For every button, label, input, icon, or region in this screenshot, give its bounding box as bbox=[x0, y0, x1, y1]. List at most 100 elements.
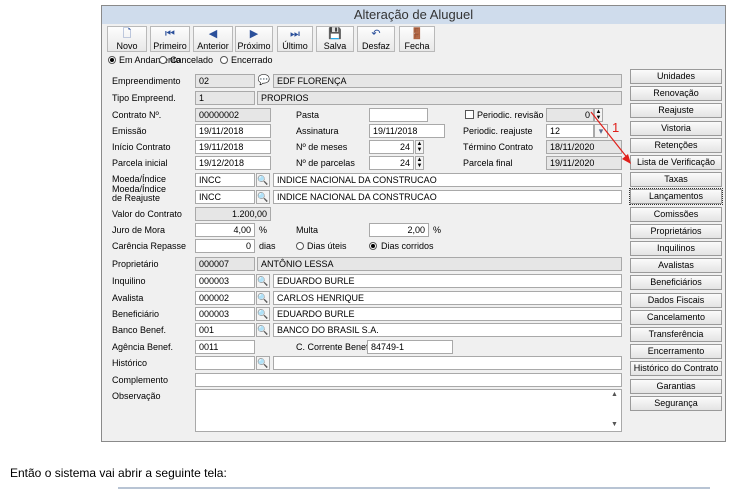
multa-label: Multa bbox=[296, 225, 319, 235]
status-radio-0[interactable] bbox=[108, 56, 116, 64]
right-button-12[interactable]: Beneficiários bbox=[630, 275, 722, 291]
juro-mora-label: Juro de Mora bbox=[112, 225, 166, 235]
toolbar-salva-button[interactable]: 💾 Salva bbox=[316, 26, 354, 52]
num-meses-spinner[interactable]: ▲ ▼ bbox=[415, 140, 424, 154]
right-button-0[interactable]: Unidades bbox=[630, 69, 722, 84]
right-button-15[interactable]: Transferência bbox=[630, 327, 722, 342]
right-button-4[interactable]: Retenções bbox=[630, 137, 722, 153]
juro-mora-field[interactable]: 4,00 bbox=[195, 223, 255, 237]
search-icon: 🔍 bbox=[257, 293, 269, 303]
right-button-2[interactable]: Reajuste bbox=[630, 103, 722, 119]
next-window-edge bbox=[118, 487, 710, 489]
status-radio-1[interactable] bbox=[159, 56, 167, 64]
right-button-13[interactable]: Dados Fiscais bbox=[630, 292, 722, 308]
banco-benef-code-field[interactable]: 001 bbox=[195, 323, 255, 337]
contrato-field: 00000002 bbox=[195, 108, 271, 122]
right-button-1[interactable]: Renovação bbox=[630, 86, 722, 102]
emissao-field[interactable]: 19/11/2018 bbox=[195, 124, 271, 138]
window-title: Alteração de Aluguel bbox=[102, 6, 725, 24]
parcela-final-label: Parcela final bbox=[463, 158, 513, 168]
complemento-field[interactable] bbox=[195, 373, 622, 387]
proprietario-name-field: ANTÔNIO LESSA bbox=[257, 257, 622, 271]
toolbar-proximo-button[interactable]: ▶ Próximo bbox=[235, 26, 273, 52]
observacao-scrollbar[interactable]: ▲ ▼ bbox=[608, 390, 621, 431]
avalista-code-field[interactable]: 000002 bbox=[195, 291, 255, 305]
historico-code-field[interactable] bbox=[195, 356, 255, 370]
inquilino-code-field[interactable]: 000003 bbox=[195, 274, 255, 288]
comment-icon: 💬 bbox=[257, 75, 271, 86]
moeda-indice-search-button[interactable]: 🔍 bbox=[256, 173, 270, 187]
agencia-benef-label: Agência Benef. bbox=[112, 342, 174, 352]
status-radio-2[interactable] bbox=[220, 56, 228, 64]
inicio-contrato-field[interactable]: 19/11/2018 bbox=[195, 140, 271, 154]
empreendimento-code-field[interactable]: 02 bbox=[195, 74, 255, 88]
moeda-indice-code-field[interactable]: INCC bbox=[195, 173, 255, 187]
num-parcelas-label: Nº de parcelas bbox=[296, 158, 355, 168]
toolbar-ultimo-button[interactable]: ⏭ Último bbox=[277, 26, 313, 52]
right-button-7[interactable]: Lançamentos bbox=[629, 188, 723, 206]
right-button-5[interactable]: Lista de Verificação bbox=[630, 155, 722, 170]
dias-corridos-label: Dias corridos bbox=[381, 241, 434, 251]
parcela-inicial-field[interactable]: 19/12/2018 bbox=[195, 156, 271, 170]
periodic-revisao-label: Periodic. revisão bbox=[477, 110, 544, 120]
parcela-inicial-label: Parcela inicial bbox=[112, 158, 168, 168]
moeda-reajuste-name-field: INDICE NACIONAL DA CONSTRUCAO bbox=[273, 190, 622, 204]
multa-field[interactable]: 2,00 bbox=[369, 223, 429, 237]
num-meses-label: Nº de meses bbox=[296, 142, 348, 152]
beneficiario-code-field[interactable]: 000003 bbox=[195, 307, 255, 321]
right-button-11[interactable]: Avalistas bbox=[630, 258, 722, 274]
right-button-3[interactable]: Vistoria bbox=[630, 120, 722, 136]
num-parcelas-field[interactable]: 24 bbox=[369, 156, 414, 170]
right-button-14[interactable]: Cancelamento bbox=[630, 309, 722, 325]
toolbar-anterior-button[interactable]: ◀ Anterior bbox=[193, 26, 233, 52]
tipo-empreend-code-field: 1 bbox=[195, 91, 255, 105]
status-radio-label: Cancelado bbox=[170, 55, 214, 65]
assinatura-field[interactable]: 19/11/2018 bbox=[369, 124, 445, 138]
conta-corrente-field[interactable]: 84749-1 bbox=[367, 340, 453, 354]
avalista-label: Avalista bbox=[112, 293, 144, 303]
num-meses-field[interactable]: 24 bbox=[369, 140, 414, 154]
toolbar-button-label: Primeiro bbox=[153, 41, 187, 51]
toolbar-fecha-button[interactable]: 🚪 Fecha bbox=[399, 26, 435, 52]
toolbar-novo-button[interactable]: 🗋 Novo bbox=[107, 26, 147, 52]
observacao-label: Observação bbox=[112, 391, 161, 401]
right-button-16[interactable]: Encerramento bbox=[630, 344, 722, 360]
undo-icon: ↶ bbox=[371, 28, 381, 40]
right-button-19[interactable]: Segurança bbox=[630, 395, 722, 411]
right-button-9[interactable]: Proprietários bbox=[630, 223, 722, 239]
observacao-textarea[interactable] bbox=[195, 389, 622, 432]
beneficiario-label: Beneficiário bbox=[112, 309, 160, 319]
moeda-reajuste-code-field[interactable]: INCC bbox=[195, 190, 255, 204]
beneficiario-search-button[interactable]: 🔍 bbox=[256, 307, 270, 321]
dias-corridos-radio[interactable] bbox=[369, 242, 377, 250]
beneficiario-name-field: EDUARDO BURLE bbox=[273, 307, 622, 321]
toolbar-button-label: Desfaz bbox=[361, 41, 390, 51]
right-button-10[interactable]: Inquilinos bbox=[630, 241, 722, 256]
toolbar-desfaz-button[interactable]: ↶ Desfaz bbox=[357, 26, 395, 52]
inicio-contrato-label: Início Contrato bbox=[112, 142, 171, 152]
inquilino-search-button[interactable]: 🔍 bbox=[256, 274, 270, 288]
moeda-reajuste-search-button[interactable]: 🔍 bbox=[256, 190, 270, 204]
complemento-label: Complemento bbox=[112, 375, 169, 385]
pasta-field[interactable] bbox=[369, 108, 428, 122]
num-parcelas-spinner[interactable]: ▲ ▼ bbox=[415, 156, 424, 170]
right-button-17[interactable]: Histórico do Contrato bbox=[630, 361, 722, 377]
pasta-label: Pasta bbox=[296, 110, 320, 120]
toolbar-button-label: Próximo bbox=[237, 41, 271, 51]
right-button-8[interactable]: Comissões bbox=[630, 206, 722, 222]
toolbar-primeiro-button[interactable]: ⏮ Primeiro bbox=[150, 26, 190, 52]
right-button-6[interactable]: Taxas bbox=[630, 172, 722, 188]
search-icon: 🔍 bbox=[257, 175, 269, 185]
avalista-search-button[interactable]: 🔍 bbox=[256, 291, 270, 305]
agencia-benef-field[interactable]: 0011 bbox=[195, 340, 255, 354]
carencia-field[interactable]: 0 bbox=[195, 239, 255, 253]
historico-search-button[interactable]: 🔍 bbox=[256, 356, 270, 370]
periodic-revisao-checkbox[interactable] bbox=[465, 110, 474, 119]
right-button-18[interactable]: Garantias bbox=[630, 378, 722, 394]
toolbar-button-label: Anterior bbox=[197, 41, 229, 51]
dias-uteis-radio[interactable] bbox=[296, 242, 304, 250]
new-document-icon: 🗋 bbox=[122, 28, 132, 40]
first-icon: ⏮ bbox=[165, 28, 175, 40]
next-icon: ▶ bbox=[249, 28, 259, 40]
banco-benef-search-button[interactable]: 🔍 bbox=[256, 323, 270, 337]
